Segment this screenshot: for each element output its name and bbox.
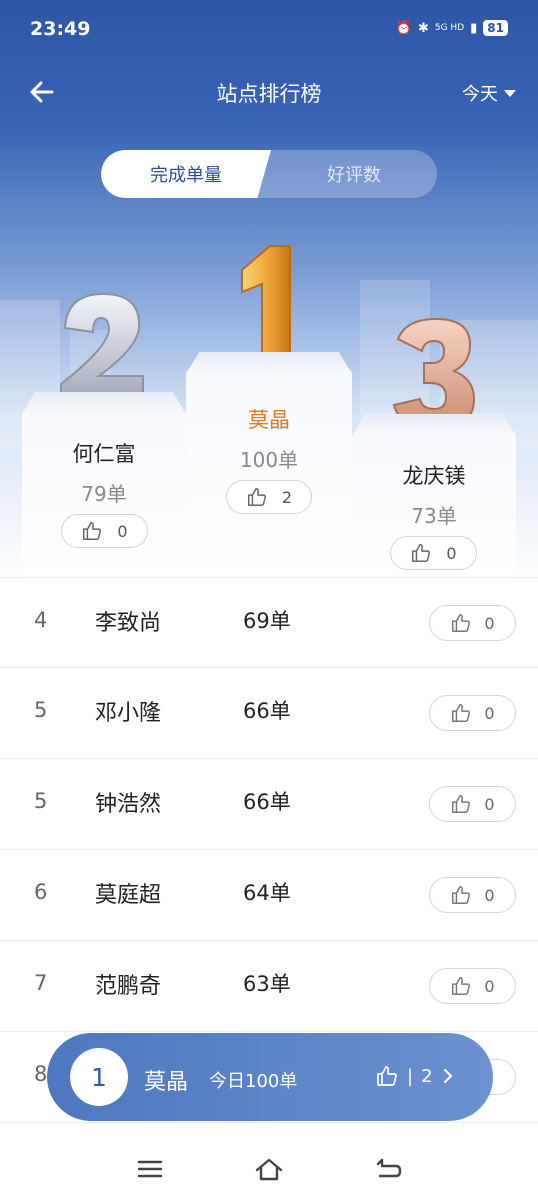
status-time: 23:49	[30, 18, 91, 40]
like-button[interactable]: 0	[429, 786, 516, 822]
signal-label: 5G HD	[434, 23, 465, 33]
thumbs-up-icon	[452, 977, 471, 995]
my-name: 莫晶	[144, 1070, 189, 1095]
thumbs-up-icon	[377, 1066, 397, 1086]
my-likes: | 2	[375, 1064, 455, 1088]
rank-number: 8	[34, 1062, 48, 1086]
signal-icon: ▮	[470, 20, 478, 36]
podium-first-name: 莫晶	[248, 408, 290, 432]
home-icon[interactable]	[254, 1154, 284, 1184]
list-item[interactable]: 6 莫庭超 64单 0	[0, 850, 538, 941]
like-button[interactable]: 0	[429, 605, 516, 641]
podium-first-count: 100单	[239, 448, 299, 472]
podium-third-like-button[interactable]: 0	[390, 536, 477, 570]
my-like-count: 2	[421, 1065, 433, 1087]
list-item[interactable]: 4 李致尚 69单 0	[0, 577, 538, 668]
thumbs-up-icon	[83, 522, 102, 540]
menu-icon[interactable]	[135, 1154, 165, 1184]
podium-second: 何仁富 79单 0	[22, 392, 186, 580]
like-count: 0	[484, 613, 495, 633]
system-nav-bar	[0, 1140, 538, 1200]
like-button[interactable]: 0	[429, 695, 516, 731]
tab-completed-orders[interactable]: 完成单量	[101, 150, 271, 198]
like-count: 0	[117, 521, 128, 541]
thumbs-up-icon	[452, 886, 471, 904]
separator: |	[407, 1065, 414, 1087]
my-rank-bar[interactable]: 1 莫晶 今日100单 | 2	[47, 1033, 493, 1121]
podium-third-count: 73单	[411, 504, 457, 528]
order-count: 69单	[243, 609, 291, 633]
rank-number: 5	[34, 698, 48, 722]
rank-number: 6	[34, 880, 48, 904]
my-rank-number: 1	[70, 1048, 128, 1106]
list-item[interactable]: 5 邓小隆 66单 0	[0, 668, 538, 759]
battery-indicator: 81	[483, 20, 508, 36]
list-item[interactable]: 7 范鹏奇 63单 0	[0, 941, 538, 1032]
order-count: 64单	[243, 881, 291, 905]
period-label: 今天	[462, 84, 498, 105]
my-today-count: 今日100单	[209, 1071, 298, 1092]
order-count: 66单	[243, 699, 291, 723]
like-count: 0	[484, 794, 495, 814]
podium-second-count: 79单	[81, 482, 127, 506]
caret-down-icon	[504, 89, 516, 97]
courier-name: 莫庭超	[95, 883, 162, 908]
courier-name: 李致尚	[95, 611, 162, 636]
podium-first-like-button[interactable]: 2	[226, 480, 312, 514]
like-count: 0	[484, 703, 495, 723]
courier-name: 钟浩然	[95, 792, 162, 817]
like-count: 0	[446, 543, 457, 563]
like-count: 2	[281, 487, 293, 507]
like-button[interactable]: 0	[429, 968, 516, 1004]
thumbs-up-icon	[452, 614, 471, 632]
thumbs-up-icon	[452, 795, 471, 813]
rank-number: 4	[34, 608, 48, 632]
order-count: 63单	[243, 972, 291, 996]
courier-name: 邓小隆	[95, 701, 162, 726]
podium-third: 龙庆镁 73单 0	[352, 414, 516, 580]
rank-number: 7	[34, 971, 48, 995]
tab-good-reviews[interactable]: 好评数	[271, 150, 437, 198]
status-icons: ⏰ ✱ 5G HD ▮ 81	[396, 20, 508, 36]
podium-second-like-button[interactable]: 0	[61, 514, 148, 548]
chevron-right-icon	[443, 1068, 453, 1084]
rank-number: 5	[34, 789, 48, 813]
tab-switcher: 完成单量 好评数	[101, 150, 437, 198]
podium-first: 莫晶 100单 2	[186, 352, 352, 580]
courier-name: 范鹏奇	[95, 974, 162, 999]
bluetooth-icon: ✱	[417, 20, 429, 36]
list-item[interactable]: 5 钟浩然 66单 0	[0, 759, 538, 850]
alarm-icon: ⏰	[395, 20, 412, 36]
thumbs-up-icon	[247, 488, 266, 506]
thumbs-up-icon	[452, 704, 471, 722]
thumbs-up-icon	[412, 544, 431, 562]
podium-second-name: 何仁富	[72, 442, 136, 466]
order-count: 66单	[243, 790, 291, 814]
podium-third-name: 龙庆镁	[402, 464, 466, 488]
like-count: 0	[484, 976, 495, 996]
period-dropdown[interactable]: 今天	[462, 80, 516, 106]
like-button[interactable]: 0	[429, 877, 516, 913]
like-count: 0	[484, 885, 495, 905]
page-title: 站点排行榜	[216, 82, 322, 106]
status-bar: 23:49 ⏰ ✱ 5G HD ▮ 81	[0, 0, 538, 60]
back-nav-icon[interactable]	[374, 1154, 404, 1184]
